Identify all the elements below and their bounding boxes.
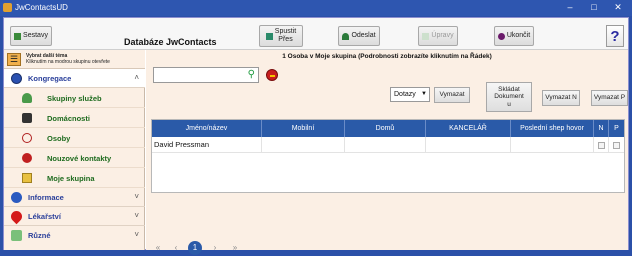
sestavy-button[interactable]: Sestavy	[10, 26, 52, 46]
toolbar: Sestavy Databáze JwContacts Spustit Přes…	[4, 18, 628, 50]
cell-home	[345, 137, 426, 152]
vymazat-button[interactable]: Vymazat	[434, 87, 470, 103]
minimize-button[interactable]: –	[559, 1, 581, 14]
sidebar-section-informace[interactable]: Informace ˅	[4, 188, 145, 207]
hamburger-menu-icon[interactable]: ☰	[7, 53, 21, 66]
spustit-pres-button[interactable]: Spustit Přes	[259, 25, 303, 47]
col-mobile-header[interactable]: Mobilní	[262, 120, 345, 137]
chevron-down-icon: ˅	[134, 211, 139, 220]
chevron-up-icon: ˄	[134, 73, 139, 82]
chevron-down-icon: ˅	[134, 192, 139, 201]
chevron-down-icon: ˅	[134, 230, 139, 239]
col-last-header[interactable]: Poslední shep hovor	[511, 120, 594, 137]
col-name-header[interactable]: Jméno/název	[152, 120, 262, 137]
cell-last	[511, 137, 594, 152]
vymazat-p-button[interactable]: Vymazat P	[591, 90, 628, 106]
chevron-down-icon: ▼	[421, 91, 427, 97]
client-area: Sestavy Databáze JwContacts Spustit Přes…	[3, 17, 629, 255]
info-icon	[11, 192, 22, 203]
reports-icon	[14, 32, 22, 40]
cell-office	[426, 137, 511, 152]
col-home-header[interactable]: Domů	[345, 120, 426, 137]
sidebar-section-lekarstvi[interactable]: Lékařství ˅	[4, 207, 145, 226]
emergency-icon	[22, 153, 32, 163]
app-window: JwContactsUD – □ ✕ Sestavy Databáze JwCo…	[0, 0, 632, 255]
sidebar-item-skupiny[interactable]: Skupiny služeb	[4, 88, 145, 108]
my-group-icon	[22, 173, 32, 183]
p-checkbox[interactable]	[613, 141, 620, 149]
cell-n	[594, 137, 609, 152]
sidebar-item-domacnosti[interactable]: Domácnosti	[4, 108, 145, 128]
window-title: JwContactsUD	[15, 3, 68, 12]
edit-icon	[422, 32, 430, 40]
table-row[interactable]: David Pressman	[152, 137, 624, 153]
send-icon	[342, 32, 350, 40]
app-title: Databáze JwContacts	[124, 37, 217, 47]
contacts-grid: Jméno/název Mobilní Domů KANCELÁŘ Posled…	[151, 119, 625, 193]
odeslat-button[interactable]: Odeslat	[338, 26, 380, 46]
sidebar: ☰ Vybrat další téma Kliknutím na modrou …	[4, 50, 145, 250]
upravy-button[interactable]: Úpravy	[418, 26, 458, 46]
search-icon: ⚲	[247, 69, 255, 80]
search-input[interactable]: ⚲	[153, 67, 259, 83]
col-office-header[interactable]: KANCELÁŘ	[426, 120, 511, 137]
exit-icon	[497, 32, 505, 40]
sidebar-item-osoby[interactable]: Osoby	[4, 128, 145, 148]
help-button[interactable]: ?	[606, 25, 624, 47]
congregation-icon	[11, 73, 22, 84]
grid-header: Jméno/název Mobilní Domů KANCELÁŘ Posled…	[152, 120, 624, 137]
household-icon	[22, 113, 32, 123]
sidebar-section-kongregace[interactable]: Kongregace ˄	[4, 69, 145, 88]
sidebar-item-moje[interactable]: Moje skupina	[4, 168, 145, 188]
ukoncit-button[interactable]: Ukončit	[494, 26, 534, 46]
clear-search-button[interactable]	[266, 69, 278, 81]
close-window-button[interactable]: ✕	[607, 1, 629, 14]
col-n-header[interactable]: N	[594, 120, 609, 137]
title-bar: JwContactsUD – □ ✕	[0, 0, 632, 16]
skladat-dokument-button[interactable]: Skládat Dokument u	[486, 82, 532, 112]
heart-icon	[8, 208, 25, 225]
maximize-button[interactable]: □	[583, 1, 605, 14]
sidebar-item-nouzove[interactable]: Nouzové kontakty	[4, 148, 145, 168]
info-line: 1 Osoba v Moje skupina (Podrobnosti zobr…	[282, 53, 492, 60]
cell-mobile	[262, 137, 345, 152]
col-p-header[interactable]: P	[609, 120, 624, 137]
main-panel: 1 Osoba v Moje skupina (Podrobnosti zobr…	[146, 50, 628, 255]
menu-header: ☰ Vybrat další téma Kliknutím na modrou …	[4, 50, 145, 69]
run-icon	[265, 32, 273, 40]
cell-name: David Pressman	[152, 137, 262, 152]
queries-select[interactable]: Dotazy ▼	[390, 87, 430, 102]
cell-p	[609, 137, 624, 152]
n-checkbox[interactable]	[597, 141, 605, 149]
sidebar-section-ruzne[interactable]: Různé ˅	[4, 226, 145, 245]
menu-hint: Vybrat další téma Kliknutím na modrou sk…	[26, 53, 110, 65]
groups-icon	[22, 93, 32, 103]
app-icon	[3, 3, 12, 12]
vymazat-n-button[interactable]: Vymazat N	[542, 90, 580, 106]
calendar-icon	[11, 230, 22, 241]
person-icon	[22, 133, 32, 143]
